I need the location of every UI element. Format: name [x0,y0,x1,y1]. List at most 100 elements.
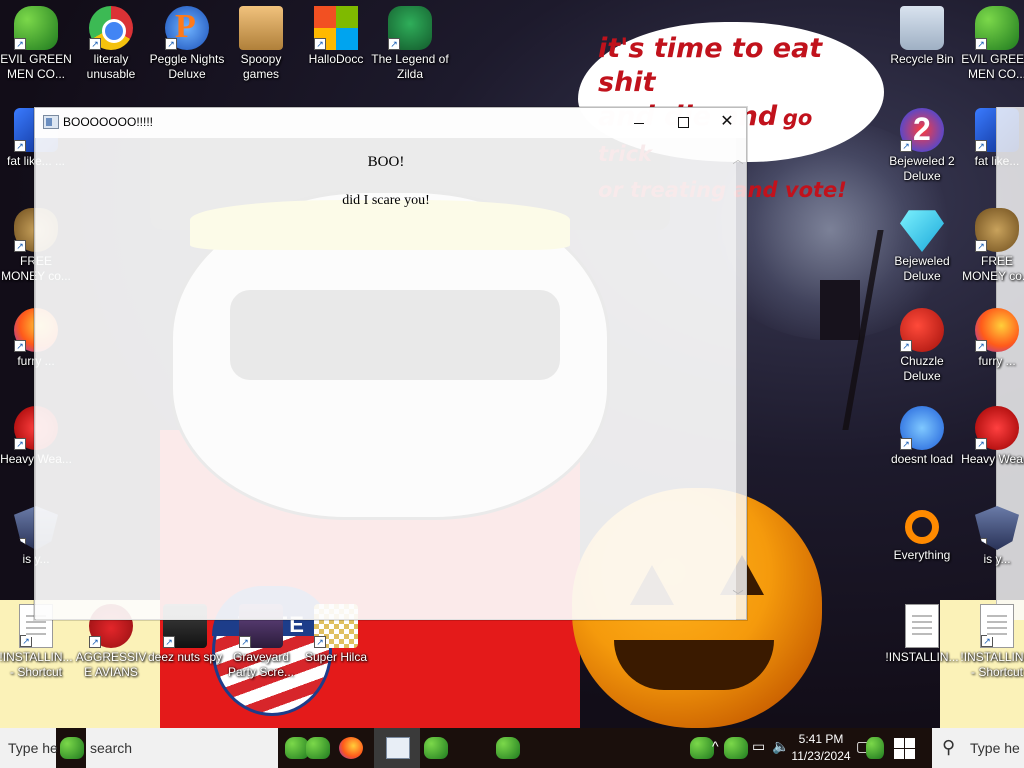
shortcut-arrow-icon: ↗ [975,538,987,550]
taskbar-search-box-right[interactable]: ⚲ Type he [932,728,1024,768]
shortcut-arrow-icon: ↗ [981,635,993,647]
bejeweled2-icon: ↗ [900,108,944,152]
windows-logo-pane [905,738,915,748]
taskbar: Type he search ^ ▭ 🔈 5:41 PM 11/23/2024 … [0,728,1024,768]
desktop-icon-everything[interactable]: Everything [883,506,961,563]
desktop-icon-chuzzle[interactable]: ↗ Chuzzle Deluxe [883,308,961,384]
shortcut-arrow-icon: ↗ [20,635,32,647]
vertical-scrollbar[interactable]: ︿ ﹀ [732,144,744,616]
desktop-icon-legend-of-zilda[interactable]: ↗ The Legend of Zilda [371,6,449,82]
speech-line-1: it's time to eat shit [598,33,823,98]
chevron-up-icon[interactable]: ︿ [732,154,744,166]
desktop-icon-label: EVIL GREEN MEN CO... [0,52,72,81]
green-men-icon[interactable] [866,737,884,759]
desktop-icon-label: is y... [983,552,1011,566]
shortcut-arrow-icon: ↗ [14,140,26,152]
shortcut-arrow-icon: ↗ [314,636,326,648]
chevron-up-icon[interactable]: ^ [712,738,719,754]
desktop-icon-evil-green-men[interactable]: ↗ EVIL GREEN MEN CO... [0,6,75,82]
minimize-button[interactable] [616,108,662,138]
shortcut-arrow-icon: ↗ [975,340,987,352]
shortcut-arrow-icon: ↗ [165,38,177,50]
desktop-icon-furry-2[interactable]: ↗ furry ... [958,308,1024,369]
desktop-icon-label: Peggle Nights Deluxe [149,52,225,81]
desktop-icon-label: Bejeweled 2 Deluxe [889,154,955,183]
desktop-icon-literaly-unusable[interactable]: ↗ literaly unusable [72,6,150,82]
chrome-icon: ↗ [89,6,133,50]
shortcut-arrow-icon: ↗ [388,38,400,50]
search-icon: ⚲ [942,737,956,757]
peggle-icon: ↗ [165,6,209,50]
desktop-icon-label: doesnt load [890,452,954,466]
firefox-icon[interactable] [339,737,363,759]
desktop-icon-label: Graveyard Party Scre... [227,650,295,679]
shortcut-arrow-icon: ↗ [163,636,175,648]
shortcut-arrow-icon: ↗ [900,340,912,352]
desktop-icon-heavy-weapons-2[interactable]: ↗ Heavy Wea... [958,406,1024,467]
desktop-icon-free-money-2[interactable]: ↗ FREE MONEY co... [958,208,1024,284]
green-men-icon[interactable] [60,737,84,759]
desktop-icon-label: The Legend of Zilda [371,52,449,81]
desktop-icon-label: Chuzzle Deluxe [900,354,944,383]
green-men-icon[interactable] [424,737,448,759]
boo-heading: BOO! [367,154,405,170]
chevron-down-icon[interactable]: ﹀ [732,590,744,602]
window-titlebar[interactable]: BOOOOOOO!!!!! ✕ [35,108,746,138]
shortcut-arrow-icon: ↗ [14,438,26,450]
taskbar-search-box-mid[interactable]: search [86,728,278,768]
shortcut-arrow-icon: ↗ [89,636,101,648]
shortcut-arrow-icon: ↗ [975,38,987,50]
desktop-icon-label: Everything [893,548,951,562]
desktop-icon-label: deez nuts spy [147,650,223,664]
boo-window[interactable]: BOOOOOOO!!!!! ✕ BOO! did I scare you! ︿ … [34,107,747,620]
green-men-icon[interactable] [496,737,520,759]
everything-icon [905,510,939,544]
network-icon[interactable]: ▭ [752,738,765,755]
desktop-icon-label: !INSTALLIN... [885,650,959,664]
chuzzle-icon: ↗ [900,308,944,352]
desktop-icon-label: Spoopy games [240,52,282,81]
pumpkin-mouth [614,640,774,690]
search-label: search [90,740,133,756]
desktop-icon-evil-green-men-2[interactable]: ↗ EVIL GREEN MEN CO... [958,6,1024,82]
desktop-icon-label: literaly unusable [86,52,136,81]
desktop-icon-hallodocc[interactable]: ↗ HalloDocc [297,6,375,67]
green-men-icon: ↗ [975,6,1019,50]
desktop-icon-spoopy-games[interactable]: Spoopy games [222,6,300,82]
desktop-icon-installing-shortcut-2[interactable]: ↗ !INSTALLIN... - Shortcut [958,604,1024,680]
recycle-bin-icon [900,6,944,50]
shortcut-arrow-icon: ↗ [239,636,251,648]
zelda-icon: ↗ [388,6,432,50]
maximize-button[interactable] [660,108,706,138]
green-men-icon[interactable] [690,737,714,759]
clock-time[interactable]: 5:41 PM [796,732,846,746]
taskbar-active-app[interactable] [374,728,420,768]
windows-start-icon[interactable] [892,736,916,760]
desktop-icon-bejeweled-2[interactable]: ↗ Bejeweled 2 Deluxe [883,108,961,184]
desktop-icon-label: FREE MONEY co... [962,254,1024,283]
desktop-icon-installing[interactable]: !INSTALLIN... [883,604,961,665]
shortcut-arrow-icon: ↗ [900,140,912,152]
desktop-icon-label: furry ... [978,354,1016,368]
desktop-icon-doesnt-load[interactable]: ↗ doesnt load [883,406,961,467]
desktop-icon-peggle-nights[interactable]: ↗ Peggle Nights Deluxe [148,6,226,82]
microsoft-icon: ↗ [314,6,358,50]
windows-logo-pane [894,738,904,748]
shortcut-arrow-icon: ↗ [900,438,912,450]
desktop-icon-label: !INSTALLIN... - Shortcut [960,650,1024,679]
green-men-icon[interactable] [724,737,748,759]
clock-date[interactable]: 11/23/2024 [786,749,856,763]
desktop-icon-recycle-bin[interactable]: Recycle Bin [883,6,961,67]
app-window-icon [43,115,59,129]
shield-icon: ↗ [975,506,1019,550]
shortcut-arrow-icon: ↗ [14,340,26,352]
scare-message: did I scare you! [342,193,430,208]
desktop-icon-is-y-2[interactable]: ↗ is y... [958,506,1024,567]
green-men-icon[interactable] [306,737,330,759]
close-button[interactable]: ✕ [704,108,750,138]
red-icon: ↗ [975,406,1019,450]
desktop-icon-bejeweled[interactable]: Bejeweled Deluxe [883,208,961,284]
taskbar-search-box-left[interactable]: Type he [0,728,58,768]
bejeweled-icon [900,210,944,252]
thunderbird-icon: ↗ [900,406,944,450]
